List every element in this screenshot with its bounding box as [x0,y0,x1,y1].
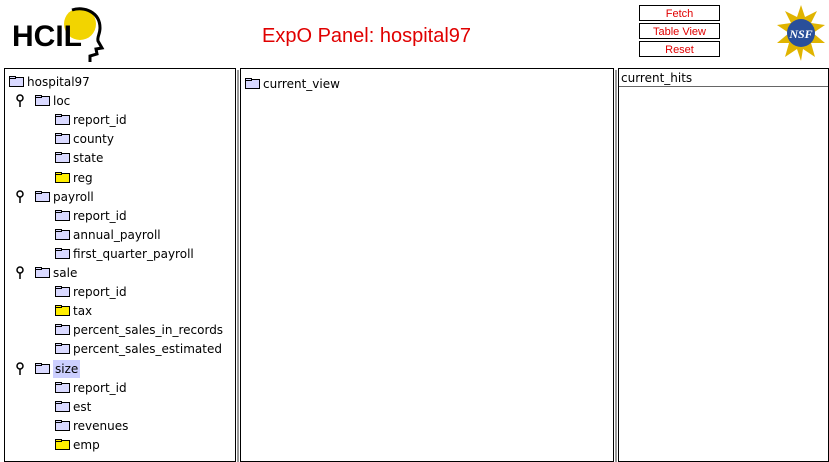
hcil-logo: HCIL [12,7,105,62]
folder-icon [55,286,70,298]
folder-icon [55,133,70,145]
tree-label: report_id [73,113,127,128]
page-title: ExpO Panel: hospital97 [262,25,472,47]
folder-icon [55,247,70,259]
tree-label: percent_sales_in_records [73,323,224,338]
folder-icon [55,209,70,221]
folder-icon [55,228,70,240]
fetch-button[interactable]: Fetch [639,5,720,21]
expand-handle-icon[interactable] [15,94,25,108]
folder-icon [55,305,70,317]
tree-label: hospital97 [27,75,90,89]
tree-label: tax [73,304,93,319]
folder-icon [55,400,70,412]
folder-icon [55,171,70,183]
expand-handle-icon[interactable] [15,266,25,280]
folder-icon [55,438,70,450]
tree-label: payroll [53,189,94,204]
header-divider [619,86,828,87]
reset-button[interactable]: Reset [639,41,720,57]
table-view-button[interactable]: Table View [639,23,720,39]
folder-icon [55,343,70,355]
folder-icon [35,95,50,107]
folder-icon [35,267,50,278]
folder-icon [55,419,70,431]
tree-label: report_id [73,208,127,223]
expand-handle-icon[interactable] [15,361,25,376]
current-view-panel[interactable]: current_view [240,68,614,462]
current-hits-panel[interactable]: current_hits [618,68,829,462]
panel-divider[interactable] [615,70,617,462]
folder-icon [9,76,24,87]
schema-tree-panel[interactable]: hospital97 loc report_id county state reg payr… [4,68,236,462]
tree-label: annual_payroll [73,227,161,242]
tree-label: loc [53,94,71,109]
folder-icon [245,78,260,89]
tree-label: report_id [73,285,127,300]
tree-label: est [73,399,92,414]
tree-label: state [73,151,104,166]
tree-label: emp [73,437,100,452]
tree-label: sale [53,266,78,280]
tree-label: county [73,132,114,147]
folder-icon [55,381,70,393]
hits-header: current_hits [621,71,693,85]
tree-label: first_quarter_payroll [73,246,194,261]
tree-label: current_view [263,77,340,91]
folder-icon [35,362,50,374]
tree-label: size [53,359,81,378]
nsf-seal: NSF [777,5,825,61]
tree-label: report_id [73,380,127,395]
panel-divider[interactable] [237,70,239,462]
folder-icon [55,152,70,164]
tree-label: revenues [73,418,129,433]
expand-handle-icon[interactable] [15,189,25,204]
folder-icon [55,114,70,126]
tree-label: percent_sales_estimated [73,342,222,357]
svg-text:NSF: NSF [788,27,812,41]
folder-icon [55,324,70,336]
svg-text:HCIL: HCIL [12,20,82,53]
tree-label: reg [73,170,93,185]
folder-icon [35,190,50,202]
